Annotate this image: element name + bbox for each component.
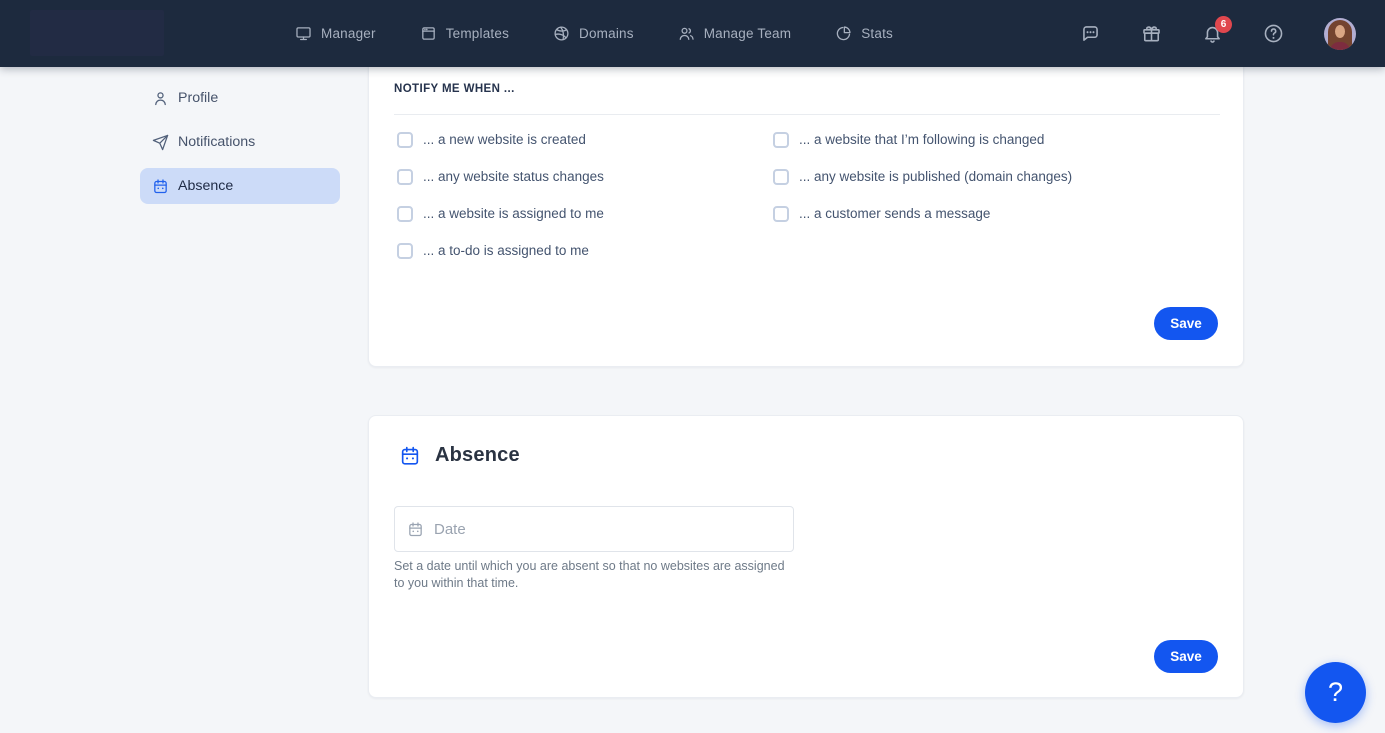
divider xyxy=(394,114,1220,115)
gift-icon xyxy=(1141,23,1162,44)
absence-save-button[interactable]: Save xyxy=(1154,640,1218,673)
checkbox-row: ... any website status changes xyxy=(397,158,604,195)
checkbox-label: ... any website status changes xyxy=(423,169,604,184)
absence-card-header: Absence xyxy=(399,444,520,467)
checkbox-row: ... a new website is created xyxy=(397,121,604,158)
checkbox-customer-sends-message[interactable] xyxy=(773,206,789,222)
nav-item-manager[interactable]: Manager xyxy=(295,25,376,42)
sidebar-item-label: Profile xyxy=(178,90,218,106)
date-helper-text: Set a date until which you are absent so… xyxy=(394,558,796,591)
checkbox-website-published[interactable] xyxy=(773,169,789,185)
checkbox-row: ... a website is assigned to me xyxy=(397,195,604,232)
team-icon xyxy=(678,25,695,42)
checkbox-row: ... a to-do is assigned to me xyxy=(397,232,604,269)
app-root: Manager Templates Domains Manage Team xyxy=(0,0,1385,733)
checkbox-row: ... a website that I’m following is chan… xyxy=(773,121,1072,158)
help-button[interactable] xyxy=(1263,23,1284,44)
nav-item-label: Manager xyxy=(321,26,376,41)
checkbox-label: ... a to-do is assigned to me xyxy=(423,243,589,258)
nav-item-manage-team[interactable]: Manage Team xyxy=(678,25,792,42)
checkbox-website-status-changes[interactable] xyxy=(397,169,413,185)
checkbox-website-assigned-to-me[interactable] xyxy=(397,206,413,222)
checkbox-todo-assigned-to-me[interactable] xyxy=(397,243,413,259)
checkbox-label: ... a customer sends a message xyxy=(799,206,990,221)
nav-item-label: Manage Team xyxy=(704,26,792,41)
notifications-card: NOTIFY ME WHEN ... ... a new website is … xyxy=(368,40,1244,367)
absence-card: Absence Set a date until which you are a… xyxy=(368,415,1244,698)
help-fab-button[interactable]: ? xyxy=(1305,662,1366,723)
top-navbar: Manager Templates Domains Manage Team xyxy=(0,0,1385,67)
date-field[interactable] xyxy=(394,506,794,552)
globe-icon xyxy=(553,25,570,42)
checkbox-new-website-created[interactable] xyxy=(397,132,413,148)
user-icon xyxy=(152,90,169,107)
calendar-icon xyxy=(399,445,421,467)
monitor-icon xyxy=(295,25,312,42)
sidebar-item-label: Notifications xyxy=(178,134,255,150)
date-input[interactable] xyxy=(434,521,781,538)
notify-card-title: NOTIFY ME WHEN ... xyxy=(394,83,515,95)
help-circle-icon xyxy=(1263,23,1284,44)
checkbox-row: ... a customer sends a message xyxy=(773,195,1072,232)
nav-item-templates[interactable]: Templates xyxy=(420,25,509,42)
checkbox-label: ... a website is assigned to me xyxy=(423,206,604,221)
sidebar-item-absence[interactable]: Absence xyxy=(140,168,340,204)
main-nav: Manager Templates Domains Manage Team xyxy=(295,0,893,67)
checkbox-label: ... any website is published (domain cha… xyxy=(799,169,1072,184)
window-icon xyxy=(420,25,437,42)
chat-button[interactable] xyxy=(1080,23,1101,44)
checkbox-label: ... a new website is created xyxy=(423,132,586,147)
pie-chart-icon xyxy=(835,25,852,42)
notifications-button[interactable]: 6 xyxy=(1202,23,1223,44)
nav-item-stats[interactable]: Stats xyxy=(835,25,893,42)
chat-icon xyxy=(1080,23,1101,44)
app-logo[interactable] xyxy=(30,10,164,56)
sidebar-item-label: Absence xyxy=(178,178,233,194)
navbar-actions: 6 xyxy=(1080,0,1356,67)
checkbox-followed-website-changed[interactable] xyxy=(773,132,789,148)
nav-item-domains[interactable]: Domains xyxy=(553,25,634,42)
avatar-face xyxy=(1335,25,1345,38)
nav-item-label: Stats xyxy=(861,26,893,41)
checkbox-column-left: ... a new website is created ... any web… xyxy=(397,121,604,269)
calendar-icon xyxy=(407,521,424,538)
checkbox-label: ... a website that I’m following is chan… xyxy=(799,132,1044,147)
send-icon xyxy=(152,134,169,151)
notification-badge: 6 xyxy=(1215,16,1232,33)
absence-card-title: Absence xyxy=(435,444,520,467)
notify-save-button[interactable]: Save xyxy=(1154,307,1218,340)
gift-button[interactable] xyxy=(1141,23,1162,44)
calendar-icon xyxy=(152,178,169,195)
nav-item-label: Domains xyxy=(579,26,634,41)
sidebar-item-notifications[interactable]: Notifications xyxy=(140,124,340,160)
nav-item-label: Templates xyxy=(446,26,509,41)
user-avatar[interactable] xyxy=(1324,18,1356,50)
checkbox-row: ... any website is published (domain cha… xyxy=(773,158,1072,195)
sidebar-item-profile[interactable]: Profile xyxy=(140,80,340,116)
checkbox-column-right: ... a website that I’m following is chan… xyxy=(773,121,1072,232)
